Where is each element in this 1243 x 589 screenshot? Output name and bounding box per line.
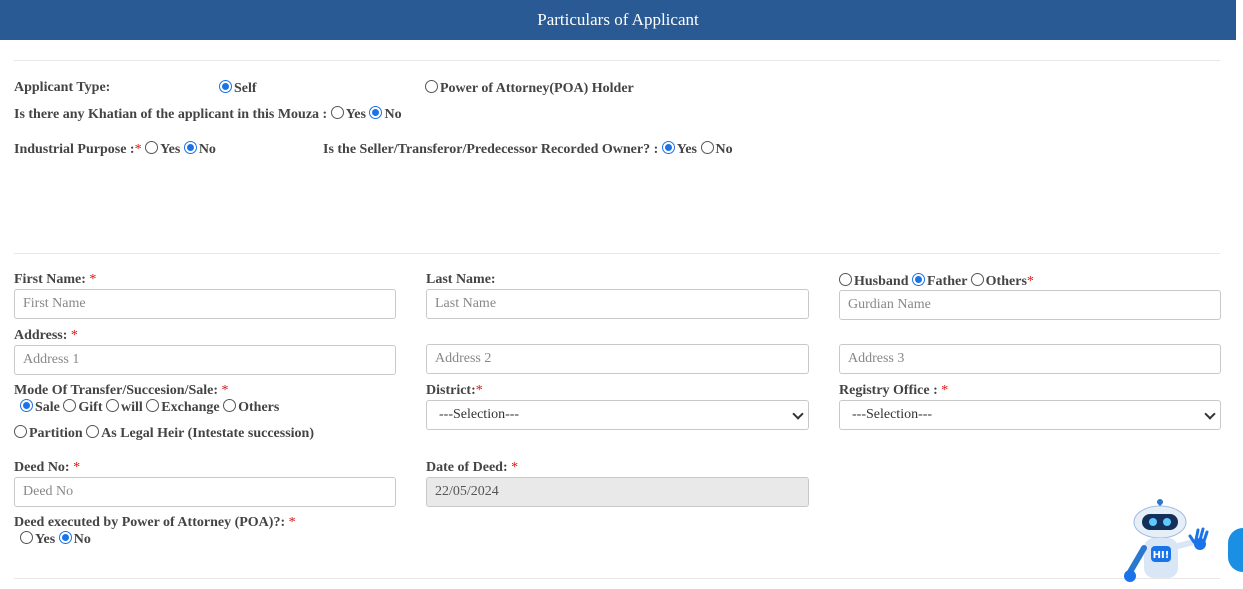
radio-father[interactable] (911, 273, 925, 286)
applicant-type-self-option[interactable]: Self (219, 80, 257, 97)
seller-yes-option[interactable]: Yes (661, 141, 697, 157)
district-select[interactable]: ---Selection--- (426, 400, 809, 430)
last-name-input[interactable] (426, 289, 809, 319)
chat-launcher-button[interactable] (1228, 528, 1243, 572)
section-title: Particulars of Applicant (537, 10, 699, 29)
guardian-relation-group: Husband Father Others* (839, 273, 1034, 290)
radio-will[interactable] (106, 399, 119, 412)
radio-industrial-no[interactable] (183, 141, 197, 154)
radio-others[interactable] (970, 273, 984, 286)
address-1-input[interactable] (14, 345, 396, 375)
mode-others-option[interactable]: Others (223, 399, 279, 415)
radio-deed-poa-yes[interactable] (20, 531, 33, 544)
deed-no-label: Deed No: * (14, 460, 81, 475)
radio-khatian-yes[interactable] (330, 106, 344, 119)
mode-partition-option[interactable]: Partition (14, 425, 83, 441)
mode-gift-option[interactable]: Gift (63, 399, 103, 415)
industrial-no-option[interactable]: No (183, 141, 216, 157)
radio-self[interactable] (219, 80, 232, 93)
radio-deed-poa-no[interactable] (58, 531, 72, 544)
seller-no-option[interactable]: No (700, 141, 733, 157)
divider (14, 60, 1220, 61)
applicant-type-label: Applicant Type: (14, 80, 111, 95)
radio-industrial-yes[interactable] (145, 141, 159, 154)
radio-sale[interactable] (20, 399, 33, 412)
first-name-input[interactable] (14, 289, 396, 319)
industrial-purpose-question: Industrial Purpose :* Yes No (14, 141, 216, 157)
khatian-question: Is there any Khatian of the applicant in… (14, 106, 402, 122)
first-name-label: First Name: * (14, 272, 97, 287)
mode-transfer-options-row1: Sale Gift will Exchange Others (20, 399, 279, 416)
divider (14, 578, 1220, 579)
address-3-input[interactable] (839, 344, 1221, 374)
radio-husband[interactable] (839, 273, 852, 286)
registry-office-select[interactable]: ---Selection--- (839, 400, 1221, 430)
section-header: Particulars of Applicant (0, 0, 1236, 40)
radio-gift[interactable] (63, 399, 77, 412)
registry-office-selected-value: ---Selection--- (852, 407, 933, 422)
mode-exchange-option[interactable]: Exchange (146, 399, 220, 415)
radio-poa[interactable] (425, 80, 438, 93)
mode-transfer-options-row2: Partition As Legal Heir (Intestate succe… (14, 425, 314, 442)
mode-sale-option[interactable]: Sale (20, 399, 60, 415)
radio-seller-yes[interactable] (661, 141, 675, 154)
khatian-yes-option[interactable]: Yes (330, 106, 366, 122)
deed-poa-options: Yes No (20, 531, 91, 548)
industrial-yes-option[interactable]: Yes (145, 141, 180, 157)
deed-poa-label: Deed executed by Power of Attorney (POA)… (14, 515, 296, 530)
deed-no-input[interactable] (14, 477, 396, 507)
chevron-down-icon (792, 408, 804, 420)
district-label: District:* (426, 383, 483, 398)
district-selected-value: ---Selection--- (439, 407, 520, 422)
radio-seller-no[interactable] (700, 141, 714, 154)
guardian-husband-option[interactable]: Husband (839, 273, 908, 289)
divider (14, 253, 1220, 254)
chatbot-robot-icon[interactable]: HI! (1122, 494, 1222, 589)
guardian-name-input[interactable] (839, 290, 1221, 320)
deed-poa-yes-option[interactable]: Yes (20, 531, 55, 547)
applicant-type-poa-option[interactable]: Power of Attorney(POA) Holder (425, 80, 634, 97)
mode-will-option[interactable]: will (106, 399, 143, 415)
address-label: Address: * (14, 328, 78, 343)
guardian-others-option[interactable]: Others (970, 273, 1027, 289)
mode-transfer-label: Mode Of Transfer/Succesion/Sale: * (14, 383, 229, 398)
address-2-input[interactable] (426, 344, 809, 374)
radio-exchange[interactable] (146, 399, 160, 412)
chatbot-badge: HI! (1153, 550, 1170, 561)
registry-office-label: Registry Office : * (839, 383, 949, 398)
chevron-down-icon (1204, 408, 1216, 420)
radio-legal-heir[interactable] (86, 425, 100, 438)
radio-partition[interactable] (14, 425, 27, 438)
khatian-no-option[interactable]: No (369, 106, 402, 122)
seller-recorded-question: Is the Seller/Transferor/Predecessor Rec… (323, 141, 733, 157)
guardian-father-option[interactable]: Father (911, 273, 967, 289)
radio-mode-others[interactable] (223, 399, 237, 412)
last-name-label: Last Name: (426, 272, 496, 287)
radio-khatian-no[interactable] (369, 106, 383, 119)
date-of-deed-input[interactable] (426, 477, 809, 507)
mode-legal-heir-option[interactable]: As Legal Heir (Intestate succession) (86, 425, 314, 441)
deed-poa-no-option[interactable]: No (58, 531, 91, 547)
date-of-deed-label: Date of Deed: * (426, 460, 519, 475)
